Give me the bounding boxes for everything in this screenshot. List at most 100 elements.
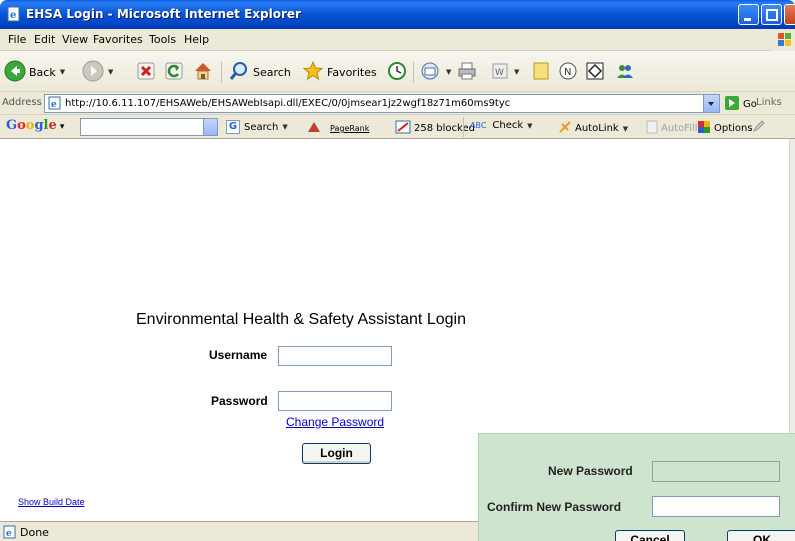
- check-label: Check: [492, 120, 524, 131]
- autofill-label: AutoFill: [661, 123, 698, 134]
- google-search-input[interactable]: [80, 118, 218, 136]
- spellcheck-icon: ABC: [470, 121, 487, 130]
- autolink-label: AutoLink: [575, 123, 619, 134]
- menu-tools[interactable]: Tools: [149, 33, 176, 46]
- messenger-icon: N: [557, 60, 579, 85]
- go-label: Go: [743, 99, 757, 110]
- new-password-field[interactable]: [652, 461, 780, 482]
- svg-text:e: e: [10, 10, 16, 21]
- discuss-button[interactable]: [530, 58, 552, 86]
- username-field[interactable]: [278, 346, 392, 366]
- mail-button[interactable]: ▼: [420, 58, 451, 86]
- minimize-button[interactable]: [738, 4, 759, 25]
- google-search-label: Search: [244, 121, 279, 133]
- pagerank-button[interactable]: PageRank: [306, 120, 369, 137]
- back-label: Back: [29, 65, 56, 79]
- status-bar: e Done: [0, 521, 478, 541]
- chevron-down-icon[interactable]: ▼: [108, 68, 113, 76]
- change-password-panel: New Password Confirm New Password Cancel…: [478, 433, 795, 541]
- ok-button[interactable]: OK: [727, 530, 795, 541]
- mail-icon: [420, 60, 442, 85]
- chevron-down-icon[interactable]: ▼: [514, 68, 519, 76]
- svg-text:e: e: [6, 529, 12, 539]
- history-icon: [386, 60, 408, 85]
- word-doc-icon: W: [490, 61, 510, 84]
- links-label[interactable]: Links: [756, 97, 782, 108]
- contacts-button[interactable]: [614, 58, 636, 86]
- research-button[interactable]: [584, 58, 606, 86]
- notes-icon: [530, 60, 552, 85]
- menu-file[interactable]: File: [8, 33, 26, 46]
- forward-arrow-icon: [82, 60, 104, 85]
- spell-check-button[interactable]: ABC Check ▼: [470, 120, 533, 131]
- chevron-down-icon[interactable]: ▼: [446, 68, 451, 76]
- chevron-down-icon[interactable]: ▼: [60, 68, 65, 76]
- cancel-button[interactable]: Cancel: [615, 530, 685, 541]
- google-logo[interactable]: Google ▾: [6, 118, 64, 133]
- google-search-button[interactable]: G Search ▼: [226, 120, 288, 134]
- options-icon: [697, 120, 711, 137]
- refresh-button[interactable]: [164, 58, 184, 86]
- forward-button[interactable]: ▼: [82, 58, 113, 86]
- print-button[interactable]: [456, 58, 478, 86]
- show-build-date-link[interactable]: Show Build Date: [18, 497, 85, 507]
- messenger-button[interactable]: N: [557, 58, 579, 86]
- autolink-icon: [558, 120, 572, 137]
- new-password-label: New Password: [548, 464, 633, 478]
- favorites-button[interactable]: Favorites: [302, 58, 377, 86]
- ie-page-icon: e: [3, 525, 17, 541]
- stop-button[interactable]: [136, 58, 156, 86]
- password-field[interactable]: [278, 391, 392, 411]
- page-title: Environmental Health & Safety Assistant …: [136, 311, 466, 328]
- printer-icon: [456, 60, 478, 85]
- autolink-button[interactable]: AutoLink ▼: [558, 120, 628, 137]
- address-bar: Address e http://10.6.11.107/EHSAWeb/EHS…: [0, 92, 795, 115]
- close-button[interactable]: [784, 4, 795, 25]
- standard-toolbar: Back ▼ ▼ Search Favorites ▼ W ▼ N: [0, 51, 795, 92]
- autofill-icon: [646, 120, 658, 137]
- menu-bar: File Edit View Favorites Tools Help: [0, 29, 795, 51]
- favorites-star-icon: [302, 60, 324, 85]
- login-button[interactable]: Login: [302, 443, 371, 464]
- address-input[interactable]: e http://10.6.11.107/EHSAWeb/EHSAWebIsap…: [44, 94, 720, 113]
- home-icon: [192, 60, 214, 85]
- ie-page-icon: e: [48, 96, 62, 113]
- pencil-icon[interactable]: [752, 119, 766, 136]
- maximize-button[interactable]: [761, 4, 782, 25]
- popup-blocked-icon: [395, 120, 411, 137]
- search-button[interactable]: Search: [228, 58, 291, 86]
- research-icon: [584, 60, 606, 85]
- pagerank-label: PageRank: [330, 124, 370, 133]
- go-arrow-icon: [724, 95, 740, 114]
- confirm-password-field[interactable]: [652, 496, 780, 517]
- menu-favorites[interactable]: Favorites: [93, 33, 143, 46]
- address-dropdown[interactable]: [703, 95, 719, 112]
- menu-help[interactable]: Help: [184, 33, 209, 46]
- pagerank-icon: [306, 120, 322, 137]
- contacts-icon: [614, 60, 636, 85]
- home-button[interactable]: [192, 58, 214, 86]
- autofill-button[interactable]: AutoFill: [646, 120, 698, 137]
- search-label: Search: [253, 65, 291, 79]
- favorites-label: Favorites: [327, 65, 377, 79]
- window-title: EHSA Login - Microsoft Internet Explorer: [26, 7, 301, 21]
- chevron-down-icon[interactable]: ▼: [623, 125, 628, 133]
- chevron-down-icon[interactable]: ▼: [527, 122, 532, 130]
- history-button[interactable]: [386, 58, 408, 86]
- svg-text:e: e: [51, 100, 57, 110]
- blocked-count: 258 blocked: [414, 123, 475, 134]
- confirm-password-label: Confirm New Password: [487, 500, 622, 514]
- stop-icon: [136, 61, 156, 84]
- back-button[interactable]: Back ▼: [4, 58, 65, 86]
- go-button[interactable]: Go: [724, 95, 757, 114]
- chevron-down-icon[interactable]: [203, 119, 217, 135]
- chevron-down-icon[interactable]: ▼: [282, 123, 287, 131]
- edit-button[interactable]: W ▼: [490, 58, 519, 86]
- address-label: Address: [2, 97, 42, 108]
- address-url: http://10.6.11.107/EHSAWeb/EHSAWebIsapi.…: [65, 98, 511, 109]
- change-password-link[interactable]: Change Password: [286, 415, 384, 429]
- options-button[interactable]: Options: [697, 120, 753, 137]
- menu-edit[interactable]: Edit: [34, 33, 55, 46]
- menu-view[interactable]: View: [62, 33, 88, 46]
- title-bar: e EHSA Login - Microsoft Internet Explor…: [0, 0, 795, 29]
